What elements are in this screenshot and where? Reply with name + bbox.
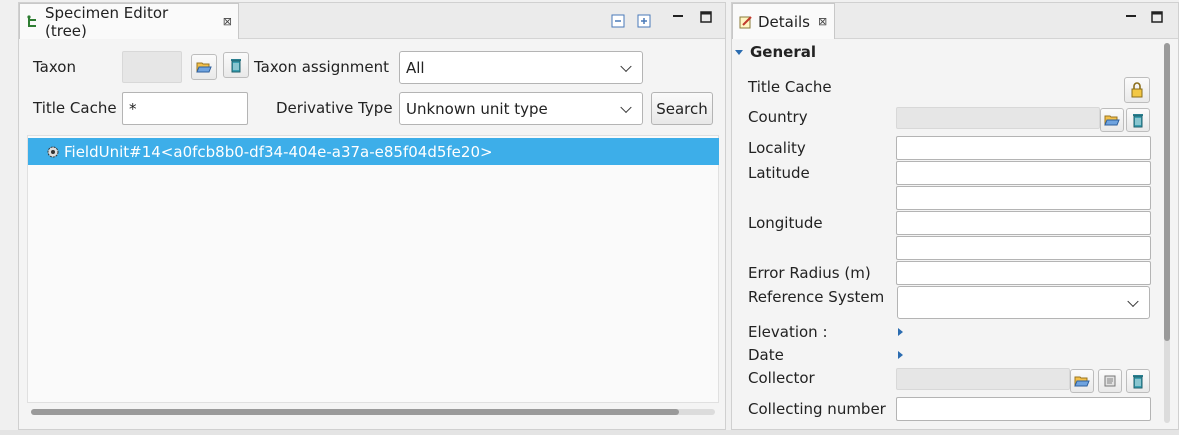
error-radius-input[interactable] — [896, 261, 1151, 285]
collector-label: Collector — [748, 369, 815, 387]
locality-label: Locality — [748, 139, 806, 157]
tab-details[interactable]: Details ⊠ — [732, 3, 835, 39]
date-expand-icon[interactable] — [898, 351, 903, 359]
collecting-number-input[interactable] — [896, 397, 1151, 421]
tab-specimen-editor[interactable]: Specimen Editor (tree) ⊠ — [19, 3, 239, 40]
collector-remove-button[interactable] — [1126, 369, 1150, 393]
details-panel: Details ⊠ General Title Cache Country Lo… — [731, 2, 1179, 430]
folder-open-icon — [1074, 376, 1090, 387]
title-cache-label: Title Cache — [748, 78, 832, 96]
latitude-label: Latitude — [748, 164, 810, 182]
section-general-title: General — [750, 43, 816, 61]
tree-icon — [27, 14, 36, 27]
chevron-down-icon — [1127, 295, 1139, 307]
latitude-input[interactable] — [896, 161, 1151, 185]
title-cache-lock-button[interactable] — [1124, 77, 1150, 103]
derivative-type-select[interactable]: Unknown unit type — [399, 92, 643, 125]
latitude-secondary-input[interactable] — [896, 186, 1151, 210]
country-field[interactable] — [896, 107, 1100, 129]
trash-icon — [1133, 114, 1143, 128]
collector-field[interactable] — [896, 368, 1070, 390]
taxon-label: Taxon — [33, 58, 76, 76]
country-browse-button[interactable] — [1100, 108, 1124, 132]
locality-input[interactable] — [896, 136, 1151, 160]
field-unit-icon — [47, 146, 59, 157]
taxon-assignment-value: All — [406, 58, 425, 77]
longitude-secondary-input[interactable] — [896, 236, 1151, 260]
vertical-scrollbar[interactable] — [1164, 43, 1170, 423]
collecting-number-label: Collecting number — [748, 400, 886, 418]
collapse-all-icon[interactable] — [611, 14, 625, 28]
date-label: Date — [748, 346, 784, 364]
horizontal-scrollbar-thumb[interactable] — [31, 409, 679, 415]
minimize-icon[interactable] — [671, 10, 685, 24]
search-button[interactable]: Search — [651, 92, 713, 125]
elevation-expand-icon[interactable] — [898, 328, 903, 336]
taxon-field[interactable] — [122, 51, 182, 83]
close-icon[interactable]: ⊠ — [818, 15, 827, 28]
collapse-triangle-icon — [735, 49, 743, 55]
derivative-type-value: Unknown unit type — [406, 99, 548, 118]
lock-icon — [1131, 82, 1143, 98]
chevron-down-icon — [620, 101, 632, 113]
tab-specimen-editor-label: Specimen Editor (tree) — [45, 3, 169, 40]
tree-row-label: FieldUnit#14<a0fcb8b0-df34-404e-a37a-e85… — [64, 142, 493, 161]
error-radius-label: Error Radius (m) — [748, 264, 871, 282]
vertical-scrollbar-thumb[interactable] — [1164, 43, 1170, 341]
title-cache-value: * — [129, 99, 137, 118]
section-general-header[interactable]: General — [735, 43, 816, 61]
country-label: Country — [748, 108, 808, 126]
longitude-label: Longitude — [748, 214, 823, 232]
specimen-tree: FieldUnit#14<a0fcb8b0-df34-404e-a37a-e85… — [27, 135, 719, 403]
title-cache-input[interactable]: * — [122, 92, 248, 125]
bottom-edge — [0, 430, 1179, 435]
expand-all-icon[interactable] — [637, 14, 651, 28]
reference-system-label: Reference System — [748, 288, 885, 306]
chevron-down-icon — [620, 60, 632, 72]
maximize-icon[interactable] — [1150, 10, 1164, 24]
collector-browse-button[interactable] — [1070, 369, 1094, 393]
trash-icon — [1133, 375, 1143, 389]
taxon-assignment-label: Taxon assignment — [254, 58, 389, 76]
reference-system-select[interactable] — [897, 286, 1150, 319]
minimize-icon[interactable] — [1124, 10, 1138, 24]
taxon-assignment-select[interactable]: All — [399, 51, 643, 84]
country-remove-button[interactable] — [1126, 108, 1150, 132]
tab-details-label: Details — [758, 12, 811, 31]
taxon-remove-button[interactable] — [223, 52, 249, 78]
trash-icon — [231, 59, 241, 73]
longitude-input[interactable] — [896, 211, 1151, 235]
maximize-icon[interactable] — [699, 10, 713, 24]
folder-open-icon — [1104, 115, 1120, 126]
edit-icon — [1104, 375, 1116, 387]
close-icon[interactable]: ⊠ — [223, 15, 232, 28]
tree-row[interactable]: FieldUnit#14<a0fcb8b0-df34-404e-a37a-e85… — [28, 138, 719, 165]
derivative-type-label: Derivative Type — [276, 99, 393, 117]
title-cache-label: Title Cache — [33, 99, 117, 117]
taxon-browse-button[interactable] — [191, 54, 217, 80]
horizontal-scrollbar[interactable] — [31, 409, 715, 415]
collector-edit-button[interactable] — [1098, 369, 1122, 393]
folder-open-icon — [196, 62, 212, 73]
specimen-editor-panel: Specimen Editor (tree) ⊠ Taxon Taxon ass… — [18, 2, 726, 430]
elevation-label: Elevation : — [748, 323, 828, 341]
edit-note-icon — [739, 15, 752, 28]
